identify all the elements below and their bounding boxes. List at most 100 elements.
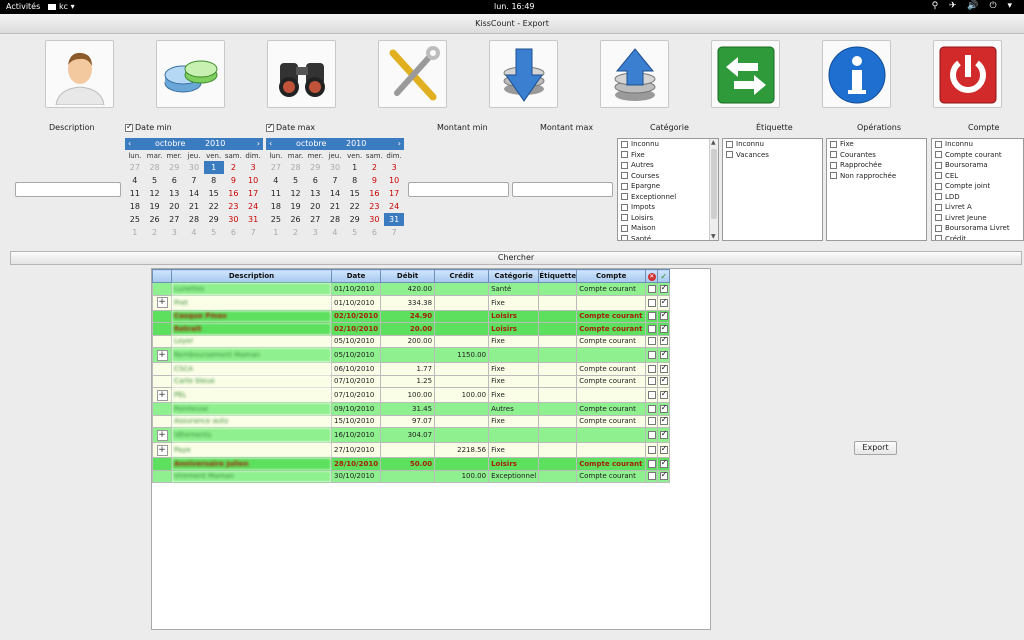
list-item-checkbox[interactable]	[935, 140, 942, 148]
calendar-day[interactable]: 26	[145, 213, 165, 226]
calendar-day[interactable]: 16	[365, 187, 385, 200]
debit-cell[interactable]: 20.00	[380, 322, 436, 336]
date-cell[interactable]: 09/10/2010	[330, 402, 382, 416]
col-compte[interactable]: Compte	[576, 269, 647, 283]
list-item[interactable]: Vacances	[723, 150, 822, 161]
calendar-year[interactable]: 2010	[346, 138, 366, 150]
calendar-month[interactable]: octobre	[296, 138, 326, 150]
categorie-cell[interactable]: Fixe	[488, 387, 540, 403]
calendar-day[interactable]: 29	[345, 213, 365, 226]
date-cell[interactable]: 05/10/2010	[330, 347, 382, 363]
calendar-day[interactable]: 26	[286, 213, 306, 226]
calendar-year[interactable]: 2010	[205, 138, 225, 150]
calendar-day[interactable]: 4	[266, 174, 286, 187]
categorie-cell[interactable]: Fixe	[488, 334, 540, 348]
calendar-day[interactable]: 11	[266, 187, 286, 200]
calendar-day[interactable]: 4	[184, 226, 204, 239]
calendar-day[interactable]: 31	[384, 213, 404, 226]
date-cell[interactable]: 28/10/2010	[330, 457, 382, 471]
table-row[interactable]: Anniversaire Julien 28/10/2010 50.00 Loisir…	[152, 457, 671, 471]
list-item[interactable]: Fixe	[618, 150, 718, 161]
table-row[interactable]: + Vêtements 16/10/2010 304.07	[152, 427, 671, 443]
calendar-day[interactable]: 29	[305, 161, 325, 174]
results-grid[interactable]: Description Date Débit Crédit Catégorie …	[151, 268, 711, 630]
calendar-day[interactable]: 12	[286, 187, 306, 200]
description-cell[interactable]: Paye	[171, 442, 332, 458]
calendar-day[interactable]: 22	[204, 200, 224, 213]
debit-cell[interactable]: 97.07	[380, 414, 436, 428]
etiquette-cell[interactable]	[538, 457, 578, 471]
calendar-day[interactable]: 23	[224, 200, 244, 213]
date-cell[interactable]: 07/10/2010	[330, 374, 382, 388]
debit-cell[interactable]: 24.90	[380, 309, 436, 323]
credit-cell[interactable]	[434, 294, 490, 311]
calendar-day[interactable]: 10	[384, 174, 404, 187]
compte-cell[interactable]: Compte courant	[576, 457, 647, 471]
col-date[interactable]: Date	[330, 269, 382, 283]
categorie-cell[interactable]: Fixe	[488, 362, 540, 376]
categorie-cell[interactable]: Santé	[488, 282, 540, 296]
debit-cell[interactable]: 420.00	[380, 282, 436, 296]
calendar-day[interactable]: 25	[266, 213, 286, 226]
list-item[interactable]: Courantes	[827, 150, 926, 161]
credit-cell[interactable]	[434, 427, 490, 443]
calendar-day[interactable]: 8	[204, 174, 224, 187]
calendar-day[interactable]: 17	[243, 187, 263, 200]
credit-cell[interactable]	[434, 309, 490, 323]
etiquette-cell[interactable]	[538, 387, 578, 403]
calendar-day[interactable]: 28	[286, 161, 306, 174]
list-item-checkbox[interactable]	[621, 161, 628, 169]
delete-checkbox[interactable]	[647, 364, 656, 373]
calendar-day[interactable]: 21	[325, 200, 345, 213]
etiquette-cell[interactable]	[538, 347, 578, 363]
quit-button[interactable]	[933, 40, 1002, 108]
montant-min-input[interactable]	[408, 182, 509, 197]
description-cell[interactable]: Pret	[171, 294, 332, 311]
description-cell[interactable]: Assurance auto	[171, 414, 332, 428]
date-cell[interactable]: 01/10/2010	[330, 294, 382, 311]
col-delete[interactable]: ✕	[645, 269, 659, 283]
date-min-checkbox[interactable]	[125, 122, 133, 132]
delete-checkbox[interactable]	[647, 337, 656, 346]
etiquette-cell[interactable]	[538, 414, 578, 428]
compte-list[interactable]: Inconnu Compte courant Boursorama CEL Compte…	[931, 138, 1024, 241]
description-input[interactable]	[15, 182, 121, 197]
compte-cell[interactable]	[576, 427, 647, 443]
calendar-day[interactable]: 24	[243, 200, 263, 213]
compte-cell[interactable]: Compte courant	[576, 282, 647, 296]
date-cell[interactable]: 06/10/2010	[330, 362, 382, 376]
delete-checkbox[interactable]	[647, 298, 656, 307]
expand-icon[interactable]: +	[156, 389, 168, 401]
calendar-day[interactable]: 28	[325, 213, 345, 226]
table-row[interactable]: Virement Maman 30/10/2010 100.00 Exceptionn…	[152, 469, 671, 483]
etiquette-cell[interactable]	[538, 294, 578, 311]
calendar-day[interactable]: 1	[266, 226, 286, 239]
calendar-day[interactable]: 20	[305, 200, 325, 213]
calendar-day[interactable]: 17	[384, 187, 404, 200]
description-cell[interactable]: Loyer	[171, 334, 332, 348]
calendar-day[interactable]: 5	[345, 226, 365, 239]
expand-icon[interactable]: +	[156, 429, 168, 441]
list-item-checkbox[interactable]	[621, 224, 628, 232]
date-cell[interactable]: 16/10/2010	[330, 427, 382, 443]
calendar-day[interactable]: 28	[184, 213, 204, 226]
calendar-day[interactable]: 28	[145, 161, 165, 174]
date-cell[interactable]: 05/10/2010	[330, 334, 382, 348]
categorie-cell[interactable]	[488, 427, 540, 443]
table-row[interactable]: Carte bleue 07/10/2010 1.25 Fixe Compte cour…	[152, 374, 671, 388]
delete-checkbox[interactable]	[647, 459, 656, 468]
debit-cell[interactable]: 100.00	[380, 387, 436, 403]
calendar-month[interactable]: octobre	[155, 138, 185, 150]
calendar-day[interactable]: 18	[125, 200, 145, 213]
delete-checkbox[interactable]	[647, 351, 656, 359]
date-cell[interactable]: 01/10/2010	[330, 282, 382, 296]
calendar-day[interactable]: 29	[164, 161, 184, 174]
list-item[interactable]: Inconnu	[618, 139, 718, 150]
compte-cell[interactable]: Compte courant	[576, 402, 647, 416]
description-cell[interactable]: Lunettes	[171, 282, 332, 296]
debit-cell[interactable]	[380, 347, 436, 363]
categorie-cell[interactable]: Loisirs	[488, 457, 540, 471]
calendar-day[interactable]: 7	[184, 174, 204, 187]
categorie-list[interactable]: ▲ ▼ Inconnu Fixe Autres Courses Epargne Except…	[617, 138, 719, 241]
calendar-day[interactable]: 15	[345, 187, 365, 200]
